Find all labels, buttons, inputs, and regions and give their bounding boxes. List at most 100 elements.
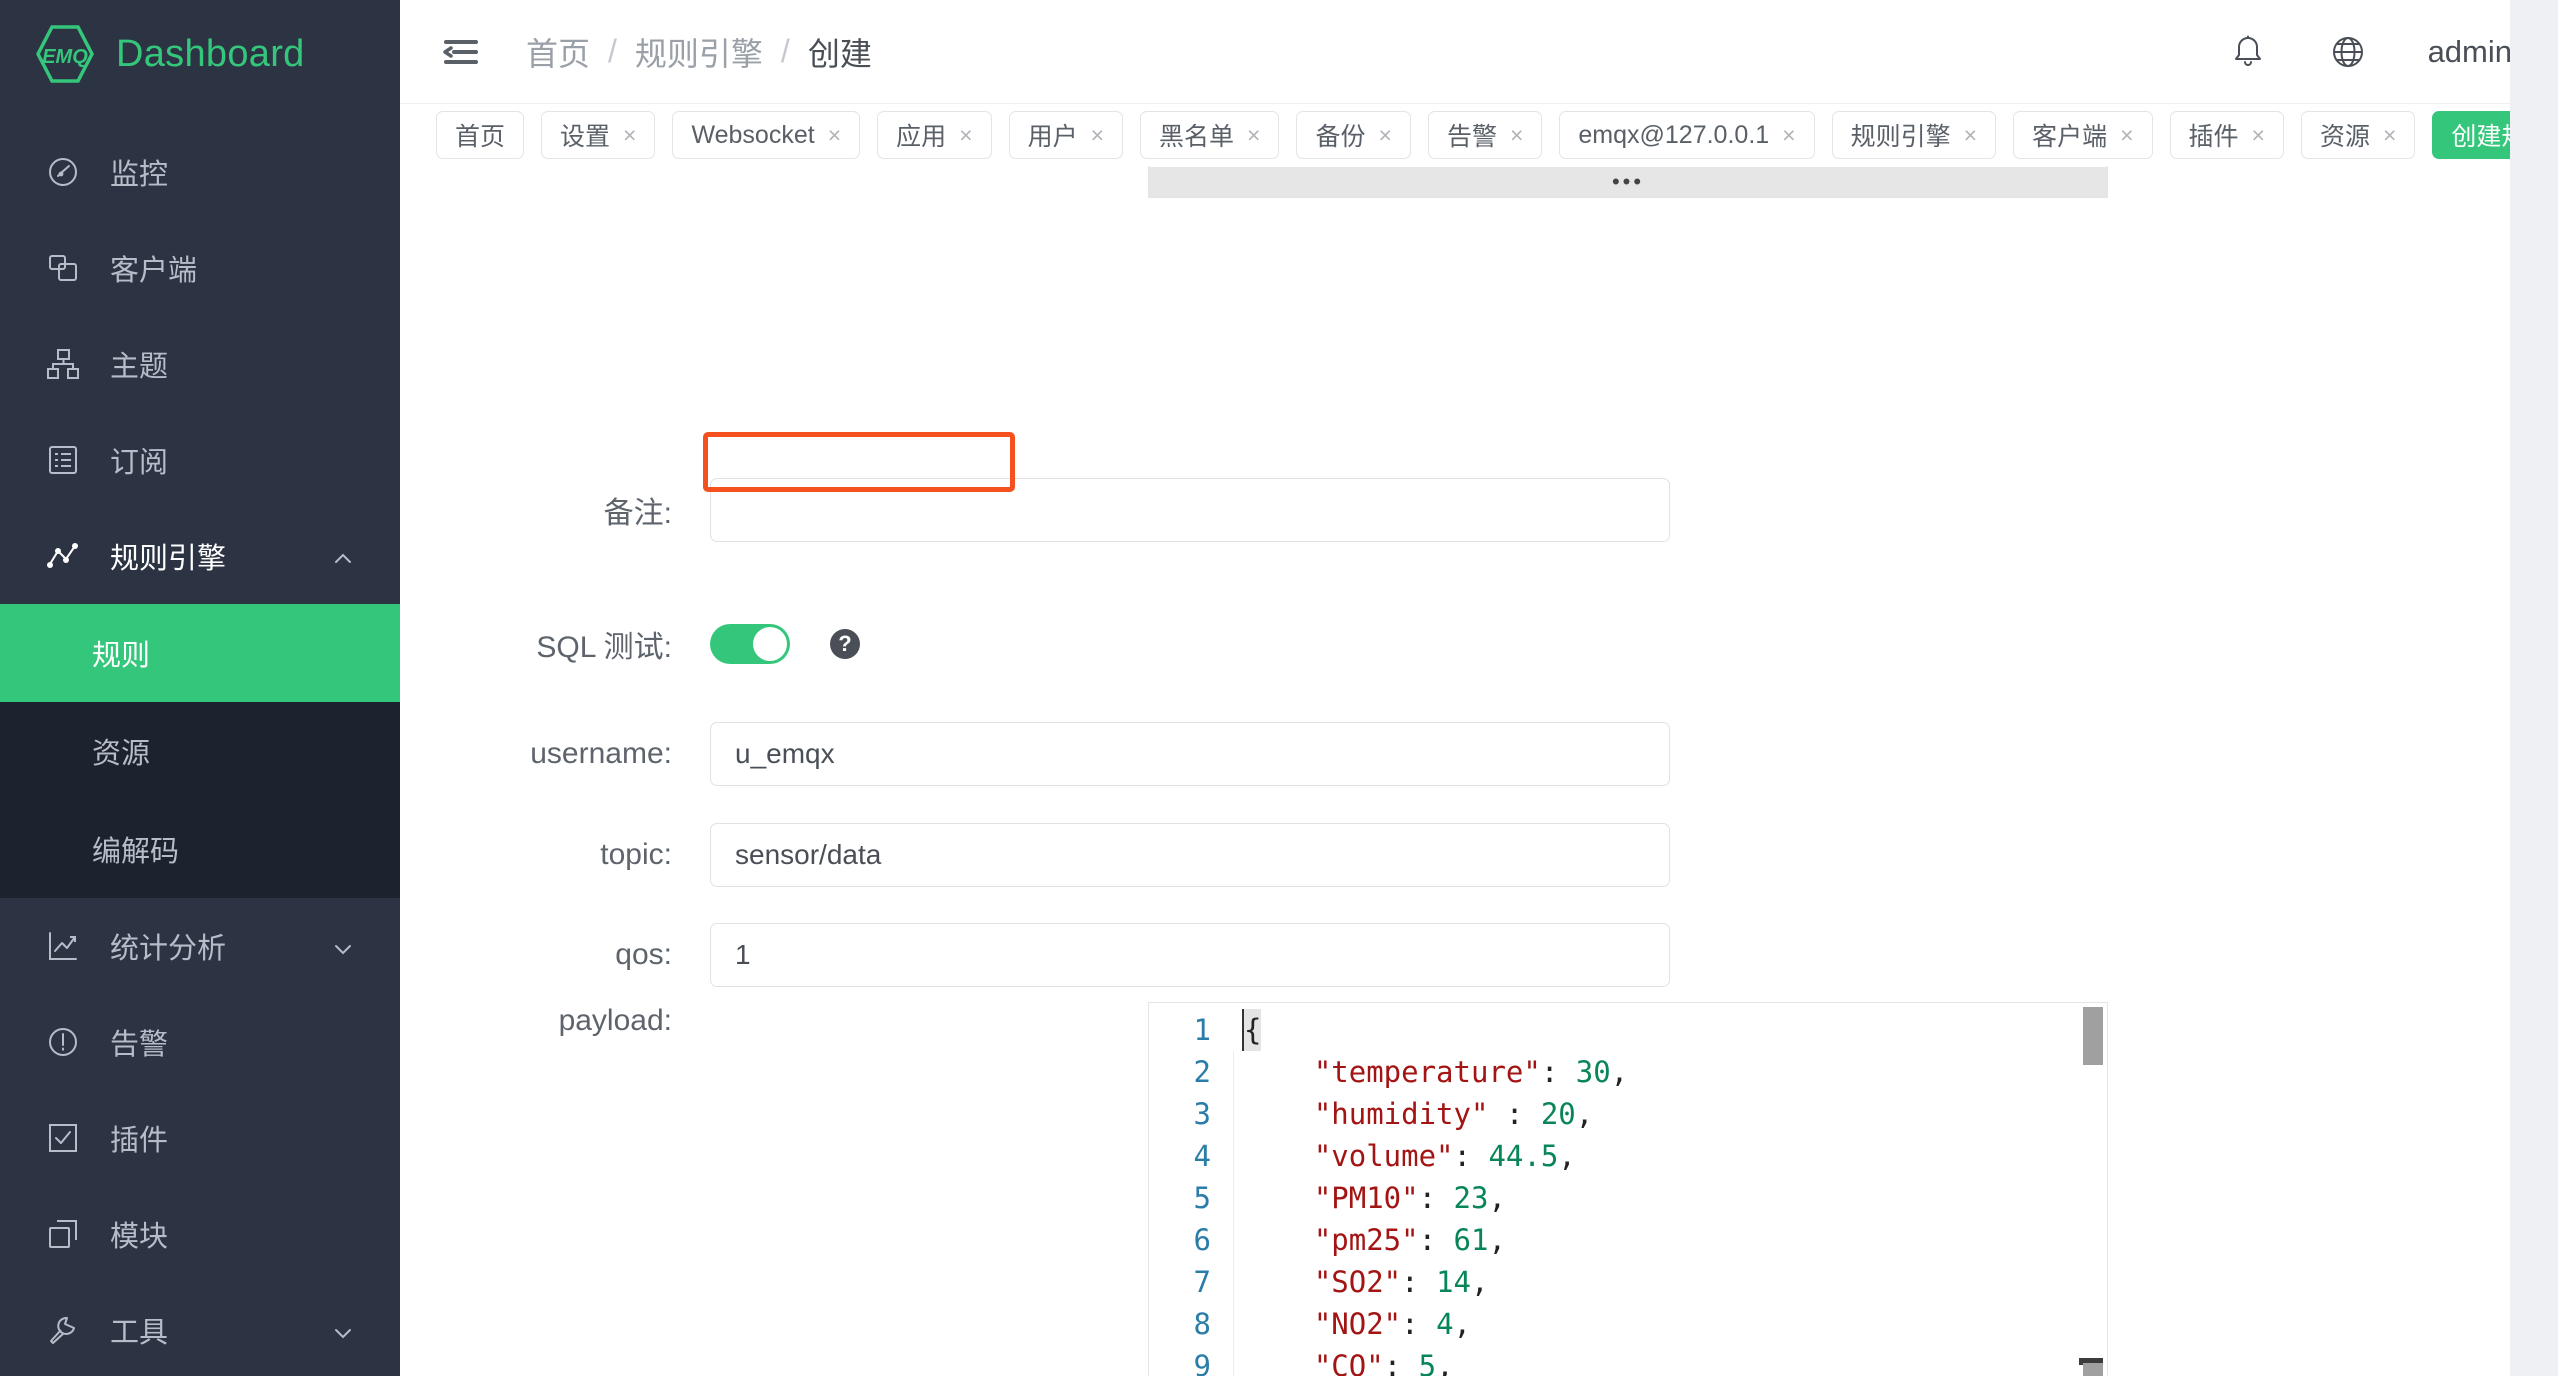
sql-editor[interactable]: 15 payload 16 FROM 17 "sensor/data" ••• <box>1148 166 2108 198</box>
sidebar-item-label: 监控 <box>110 159 169 191</box>
close-icon[interactable]: × <box>1379 123 1392 147</box>
close-icon[interactable]: × <box>2252 123 2265 147</box>
sidebar-item-topics[interactable]: 主题 <box>0 316 400 412</box>
json-tail: , <box>1471 1265 1489 1299</box>
tab-label: 客户端 <box>2032 123 2108 151</box>
breadcrumb-item-home[interactable]: 首页 <box>526 29 590 75</box>
sidebar-item-label: 客户端 <box>110 255 198 287</box>
json-colon: : <box>1401 1307 1437 1341</box>
payload-scrollbar-thumb[interactable] <box>2083 1007 2103 1065</box>
sidebar-item-modules[interactable]: 模块 <box>0 1186 400 1282</box>
breadcrumb-item-rule-engine[interactable]: 规则引擎 <box>635 29 763 75</box>
close-icon[interactable]: × <box>1510 123 1523 147</box>
json-key: "humidity" <box>1313 1097 1489 1131</box>
close-icon[interactable]: × <box>959 123 972 147</box>
close-icon[interactable]: × <box>623 123 636 147</box>
tab-home[interactable]: 首页 <box>436 111 525 159</box>
page-scrollbar[interactable] <box>2510 0 2558 1376</box>
sidebar-item-label: 模块 <box>110 1221 169 1253</box>
app-root: EMQ Dashboard 监控 客户端 主题 订阅 规则引擎 规则 资源 编解… <box>0 0 2558 1376</box>
close-icon[interactable]: × <box>1247 123 1260 147</box>
json-colon: : <box>1418 1181 1454 1215</box>
line-number: 5 <box>1193 1181 1211 1215</box>
tab-clients[interactable]: 客户端 × <box>2013 111 2153 159</box>
tab-settings[interactable]: 设置 × <box>541 111 656 159</box>
code-text: "humidity" : 20, <box>1233 1093 2107 1135</box>
globe-icon[interactable] <box>2328 32 2368 72</box>
tab-plugins[interactable]: 插件 × <box>2169 111 2284 159</box>
sidebar-subitem-rules[interactable]: 规则 <box>0 604 400 702</box>
tab-blacklist[interactable]: 黑名单 × <box>1140 111 1280 159</box>
sidebar-item-label: 告警 <box>110 1029 169 1061</box>
top-bar: 首页 / 规则引擎 / 创建 admin <box>400 0 2558 104</box>
close-icon[interactable]: × <box>1091 123 1104 147</box>
json-colon: : <box>1401 1265 1437 1299</box>
json-key: "volume" <box>1313 1139 1454 1173</box>
tab-backup[interactable]: 备份 × <box>1296 111 1411 159</box>
code-text: "PM10": 23, <box>1233 1177 2107 1219</box>
json-key: "SO2" <box>1313 1265 1402 1299</box>
payload-scrollbar-thumb-bottom[interactable] <box>2083 1363 2103 1376</box>
json-key: "CO" <box>1313 1349 1384 1376</box>
code-line: 9 "CO": 5, <box>1149 1345 2107 1376</box>
username-input[interactable] <box>710 722 1670 786</box>
topic-input[interactable] <box>710 823 1670 887</box>
json-colon: : <box>1488 1097 1541 1131</box>
tab-rule-engine[interactable]: 规则引擎 × <box>1831 111 1997 159</box>
sidebar-item-monitor[interactable]: 监控 <box>0 124 400 220</box>
close-icon[interactable]: × <box>2120 123 2133 147</box>
sidebar-item-analytics[interactable]: 统计分析 <box>0 898 400 994</box>
sidebar-item-subscriptions[interactable]: 订阅 <box>0 412 400 508</box>
close-icon[interactable]: × <box>828 123 841 147</box>
tab-alarm[interactable]: 告警 × <box>1427 111 1543 159</box>
code-text: "CO": 5, <box>1233 1345 2107 1376</box>
dashboard-icon <box>46 155 80 189</box>
sidebar-item-alarm[interactable]: 告警 <box>0 994 400 1090</box>
line-number: 3 <box>1193 1097 1211 1131</box>
close-icon[interactable]: × <box>2383 123 2396 147</box>
bell-icon[interactable] <box>2228 32 2268 72</box>
sidebar-subitem-codec[interactable]: 编解码 <box>0 800 400 898</box>
tab-websocket[interactable]: Websocket × <box>672 111 861 159</box>
close-icon[interactable]: × <box>1964 123 1977 147</box>
payload-code-area[interactable]: 1 { 2 "temperature": 30, 3 "humidity" : … <box>1149 1003 2107 1376</box>
sql-test-toggle[interactable] <box>710 624 790 664</box>
code-text: "NO2": 4, <box>1233 1303 2107 1345</box>
sidebar-subitem-resources[interactable]: 资源 <box>0 702 400 800</box>
close-icon[interactable]: × <box>1782 123 1795 147</box>
tab-label: 黑名单 <box>1159 123 1235 151</box>
breadcrumb: 首页 / 规则引擎 / 创建 <box>526 29 872 75</box>
tab-label: 首页 <box>455 123 506 151</box>
sidebar-item-plugins[interactable]: 插件 <box>0 1090 400 1186</box>
sidebar-item-label: 订阅 <box>110 447 169 479</box>
tab-label: Websocket <box>691 120 815 149</box>
sidebar-nav: 监控 客户端 主题 订阅 规则引擎 规则 资源 编解码 统计分析 告警 插件 模… <box>0 108 400 1376</box>
payload-editor[interactable]: 1 { 2 "temperature": 30, 3 "humidity" : … <box>1148 1002 2108 1376</box>
tab-users[interactable]: 用户 × <box>1008 111 1124 159</box>
json-tail: , <box>1488 1223 1506 1257</box>
code-text: "SO2": 14, <box>1233 1261 2107 1303</box>
sql-test-highlight-box <box>703 432 1015 492</box>
json-key: "NO2" <box>1313 1307 1402 1341</box>
tab-node[interactable]: emqx@127.0.0.1 × <box>1559 111 1815 159</box>
modules-icon <box>46 1217 80 1251</box>
sidebar: EMQ Dashboard 监控 客户端 主题 订阅 规则引擎 规则 资源 编解… <box>0 0 400 1376</box>
sidebar-item-tools[interactable]: 工具 <box>0 1282 400 1376</box>
chevron-down-icon <box>332 1319 354 1341</box>
tab-applications[interactable]: 应用 × <box>877 111 992 159</box>
code-line: 1 { <box>1149 1009 2107 1051</box>
code-line: 8 "NO2": 4, <box>1149 1303 2107 1345</box>
tab-label: 告警 <box>1446 123 1497 151</box>
brand[interactable]: EMQ Dashboard <box>0 0 400 108</box>
main-area: 首页 / 规则引擎 / 创建 admin 首页 设置 × Websocket ×… <box>400 0 2558 1376</box>
sidebar-item-clients[interactable]: 客户端 <box>0 220 400 316</box>
help-icon[interactable]: ? <box>830 629 860 659</box>
qos-input[interactable] <box>710 923 1670 987</box>
user-menu[interactable]: admin <box>2428 34 2512 70</box>
sql-editor-resize-handle[interactable]: ••• <box>1149 167 2107 197</box>
hamburger-icon[interactable] <box>440 31 482 73</box>
resize-dots-icon: ••• <box>1611 169 1645 194</box>
page-content: 15 payload 16 FROM 17 "sensor/data" ••• <box>400 166 2510 1376</box>
tab-resources[interactable]: 资源 × <box>2300 111 2416 159</box>
sidebar-item-rule-engine[interactable]: 规则引擎 <box>0 508 400 604</box>
